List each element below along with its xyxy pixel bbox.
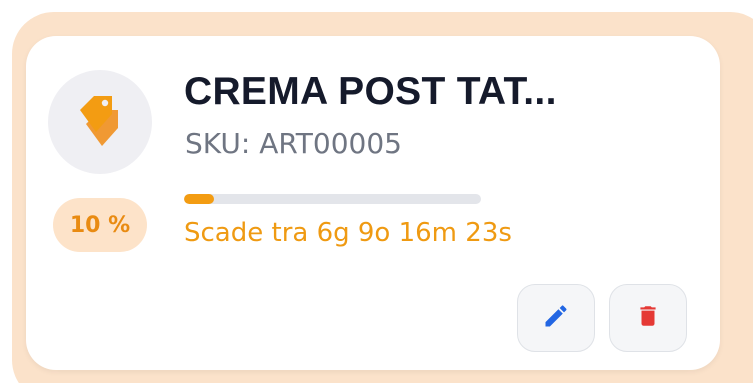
product-avatar bbox=[48, 70, 152, 174]
expiry-progress-bar bbox=[184, 194, 481, 204]
discount-badge: 10 % bbox=[53, 198, 147, 252]
pencil-icon bbox=[542, 302, 570, 334]
product-title: CREMA POST TAT... bbox=[184, 70, 557, 113]
screen: 10 % CREMA POST TAT... SKU: ART00005 Sca… bbox=[0, 0, 753, 383]
trash-icon bbox=[635, 302, 661, 334]
expiry-countdown: Scade tra 6g 9o 16m 23s bbox=[184, 218, 512, 248]
tags-icon bbox=[76, 92, 124, 152]
product-sku: SKU: ART00005 bbox=[185, 127, 402, 160]
edit-button[interactable] bbox=[517, 284, 595, 352]
delete-button[interactable] bbox=[609, 284, 687, 352]
expiry-progress-fill bbox=[184, 194, 214, 204]
